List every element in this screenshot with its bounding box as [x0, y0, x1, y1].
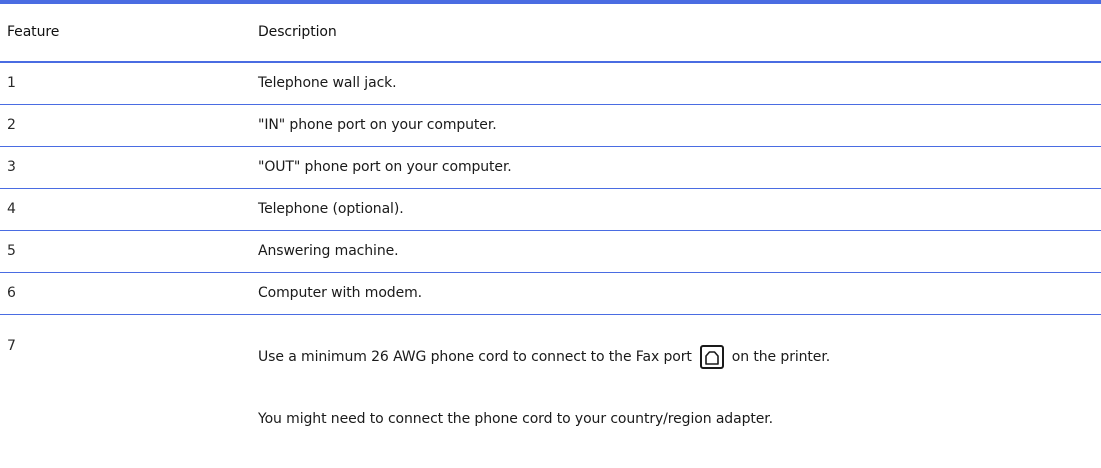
- description-column-header: Description: [258, 24, 337, 41]
- adapter-note: You might need to connect the phone cord…: [258, 411, 773, 427]
- feature-description: "IN" phone port on your computer.: [258, 117, 497, 134]
- table-row: 5 Answering machine.: [0, 231, 1101, 273]
- feature-number: 4: [7, 201, 16, 218]
- table-header-row: Feature Description: [0, 4, 1101, 63]
- feature-number: 2: [7, 117, 16, 134]
- feature-description: Telephone (optional).: [258, 201, 404, 218]
- description-text-before-icon: Use a minimum 26 AWG phone cord to conne…: [258, 348, 692, 365]
- feature-number: 3: [7, 159, 16, 176]
- description-paragraph: Use a minimum 26 AWG phone cord to conne…: [258, 341, 1101, 373]
- feature-description: Use a minimum 26 AWG phone cord to conne…: [258, 315, 1101, 428]
- table-row: 6 Computer with modem.: [0, 273, 1101, 315]
- feature-column-header: Feature: [7, 24, 60, 41]
- feature-description: Computer with modem.: [258, 285, 422, 302]
- feature-number: 6: [7, 285, 16, 302]
- table-row: 2 "IN" phone port on your computer.: [0, 105, 1101, 147]
- feature-table: Feature Description 1 Telephone wall jac…: [0, 0, 1101, 468]
- feature-description: Telephone wall jack.: [258, 75, 397, 92]
- feature-description: "OUT" phone port on your computer.: [258, 159, 512, 176]
- table-row: 4 Telephone (optional).: [0, 189, 1101, 231]
- fax-port-icon: [699, 345, 724, 369]
- table-row: 7 Use a minimum 26 AWG phone cord to con…: [0, 315, 1101, 465]
- description-text-after-icon: on the printer.: [731, 348, 831, 365]
- feature-number: 1: [7, 75, 16, 92]
- feature-number: 7: [7, 338, 16, 354]
- table-row: 1 Telephone wall jack.: [0, 63, 1101, 105]
- feature-description: Answering machine.: [258, 243, 399, 260]
- table-row: 3 "OUT" phone port on your computer.: [0, 147, 1101, 189]
- feature-number: 5: [7, 243, 16, 260]
